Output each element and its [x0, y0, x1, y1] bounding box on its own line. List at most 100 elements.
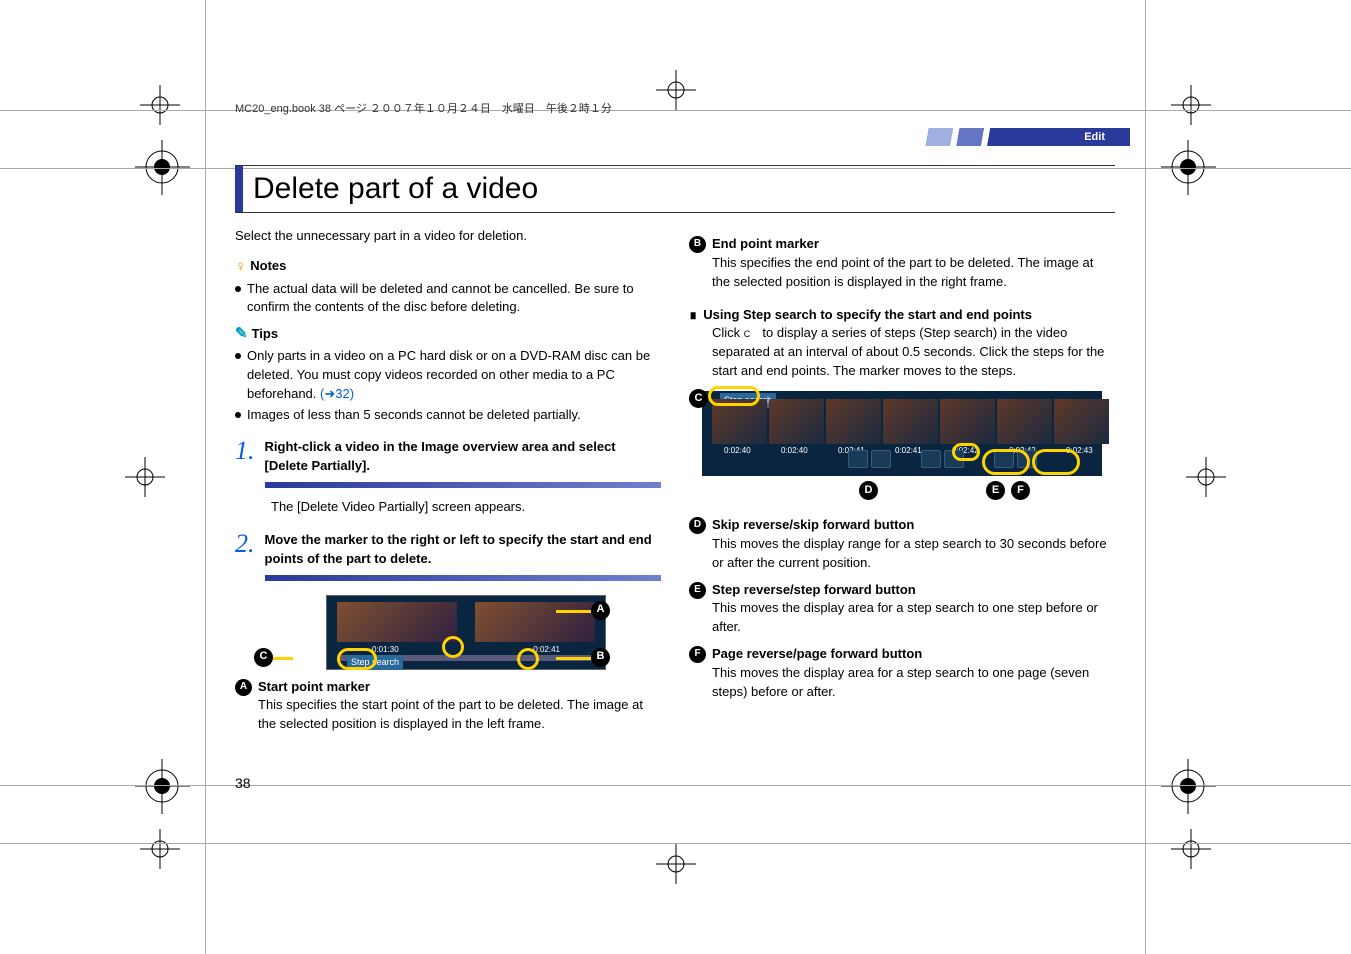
- crop-mark: [1171, 85, 1211, 125]
- section-tab: Edit: [1024, 128, 1130, 146]
- tip-item: Only parts in a video on a PC hard disk …: [235, 347, 661, 404]
- highlight-ring: [517, 648, 539, 670]
- timestamp: 0:02:40: [724, 445, 751, 457]
- lightbulb-icon: ♀: [235, 256, 246, 278]
- title-bar: Delete part of a video: [235, 165, 1115, 213]
- highlight-ring: [1032, 449, 1080, 475]
- crop-mark: [656, 844, 696, 884]
- tip-item: Images of less than 5 seconds cannot be …: [235, 406, 661, 425]
- sub-body-f: This moves the display area for a step s…: [712, 664, 1115, 702]
- step-thumb: [769, 399, 824, 444]
- crop-mark: [140, 85, 180, 125]
- note-item: The actual data will be deleted and cann…: [235, 280, 661, 318]
- tips-heading: ✎ Tips: [235, 323, 661, 345]
- sub-heading-f: FPage reverse/page forward button: [689, 645, 1115, 664]
- highlight-ring: [952, 443, 980, 461]
- callout-label-c: C: [254, 648, 273, 667]
- letter-badge: F: [689, 646, 706, 663]
- highlight-ring: [982, 449, 1030, 475]
- step-text: Move the marker to the right or left to …: [265, 532, 652, 566]
- right-column: B End point marker This specifies the end…: [689, 227, 1115, 734]
- screenshot-2: Step search 0:02:40 0:02:40 0:02:41 0:02…: [702, 391, 1102, 476]
- callout-label-f: F: [1011, 481, 1030, 500]
- bullet-icon: [235, 353, 241, 359]
- block-heading-text: Using Step search to specify the start a…: [703, 306, 1032, 325]
- crop-mark: [1186, 457, 1226, 497]
- sub-heading-text: End point marker: [712, 235, 819, 254]
- letter-badge: E: [689, 582, 706, 599]
- bullet-icon: [235, 412, 241, 418]
- intro-text: Select the unnecessary part in a video f…: [235, 227, 661, 246]
- callout-label-c: C: [689, 389, 708, 408]
- step-number: 1.: [235, 438, 255, 488]
- letter-badge: A: [235, 679, 252, 696]
- step-thumb: [826, 399, 881, 444]
- callout-label-b: B: [591, 648, 610, 667]
- trim-line: [0, 843, 1351, 844]
- page-ref-link[interactable]: (➜32): [320, 386, 354, 401]
- callout-line: [556, 610, 591, 613]
- letter-badge-inline: C: [744, 328, 759, 343]
- page-title: Delete part of a video: [253, 172, 1115, 206]
- tip-text: Only parts in a video on a PC hard disk …: [247, 347, 661, 404]
- letter-badge: B: [689, 236, 706, 253]
- step-thumb: [1054, 399, 1109, 444]
- sub-heading-d: D Skip reverse/skip forward button: [689, 516, 1115, 535]
- step-thumb: [940, 399, 995, 444]
- step-divider: [265, 575, 662, 581]
- sub-heading-text: Skip reverse/skip forward button: [712, 516, 914, 535]
- step-text: Right-click a video in the Image overvie…: [265, 439, 616, 473]
- print-header: MC20_eng.book 38 ページ ２００７年１０月２４日 水曜日 午後２…: [235, 100, 612, 116]
- tip-text: Images of less than 5 seconds cannot be …: [247, 406, 581, 425]
- tips-icon: ✎: [235, 323, 248, 345]
- sub-body-b: This specifies the end point of the part…: [712, 254, 1115, 292]
- screenshot-2-wrap: Step search 0:02:40 0:02:40 0:02:41 0:02…: [689, 391, 1115, 476]
- note-text: The actual data will be deleted and cann…: [247, 280, 661, 318]
- step-reverse-button: [921, 450, 941, 468]
- sub-heading-text: Start point marker: [258, 678, 370, 697]
- sub-heading-b: B End point marker: [689, 235, 1115, 254]
- block-body: Click C to display a series of steps (St…: [712, 324, 1115, 381]
- callout-label-a: A: [591, 601, 610, 620]
- highlight-ring: [337, 648, 377, 670]
- trim-line: [205, 0, 206, 954]
- step-1: 1. Right-click a video in the Image over…: [235, 438, 661, 488]
- crop-mark: [140, 829, 180, 869]
- block-heading: ∎ Using Step search to specify the start …: [689, 306, 1115, 325]
- step-2: 2. Move the marker to the right or left …: [235, 531, 661, 581]
- callout-line: [556, 657, 591, 660]
- skip-buttons: [848, 450, 891, 470]
- crop-mark: [135, 759, 190, 814]
- callout-label-e: E: [986, 481, 1005, 500]
- step-number: 2.: [235, 531, 255, 581]
- crop-mark: [1161, 759, 1216, 814]
- square-bullet-icon: ∎: [689, 306, 697, 325]
- document-page: { "header_line": "MC20_eng.book 38 ページ ２…: [0, 0, 1351, 954]
- callout-line: [273, 657, 293, 660]
- step-thumb: [883, 399, 938, 444]
- highlight-ring: [708, 386, 760, 406]
- notes-heading: ♀ Notes: [235, 256, 661, 278]
- skip-reverse-button: [848, 450, 868, 468]
- callout-label-d: D: [859, 481, 878, 500]
- step-divider: [265, 482, 662, 488]
- preview-frame: [337, 602, 457, 642]
- step-body: Move the marker to the right or left to …: [265, 531, 662, 581]
- two-column-layout: Select the unnecessary part in a video f…: [235, 227, 1115, 734]
- tips-label: Tips: [252, 325, 279, 344]
- left-column: Select the unnecessary part in a video f…: [235, 227, 661, 734]
- notes-label: Notes: [250, 257, 286, 276]
- step-body: Right-click a video in the Image overvie…: [265, 438, 662, 488]
- sub-body-a: This specifies the start point of the pa…: [258, 696, 661, 734]
- highlight-ring: [442, 636, 464, 658]
- bullet-icon: [235, 286, 241, 292]
- sub-body-e: This moves the display area for a step s…: [712, 599, 1115, 637]
- letter-badge: D: [689, 517, 706, 534]
- trim-line: [1145, 0, 1146, 954]
- trim-line: [0, 785, 1351, 786]
- step-thumb: [997, 399, 1052, 444]
- crop-mark: [125, 457, 165, 497]
- sub-heading-e: EStep reverse/step forward button: [689, 581, 1115, 600]
- step-caption: The [Delete Video Partially] screen appe…: [271, 498, 661, 517]
- sub-heading-a: A Start point marker: [235, 678, 661, 697]
